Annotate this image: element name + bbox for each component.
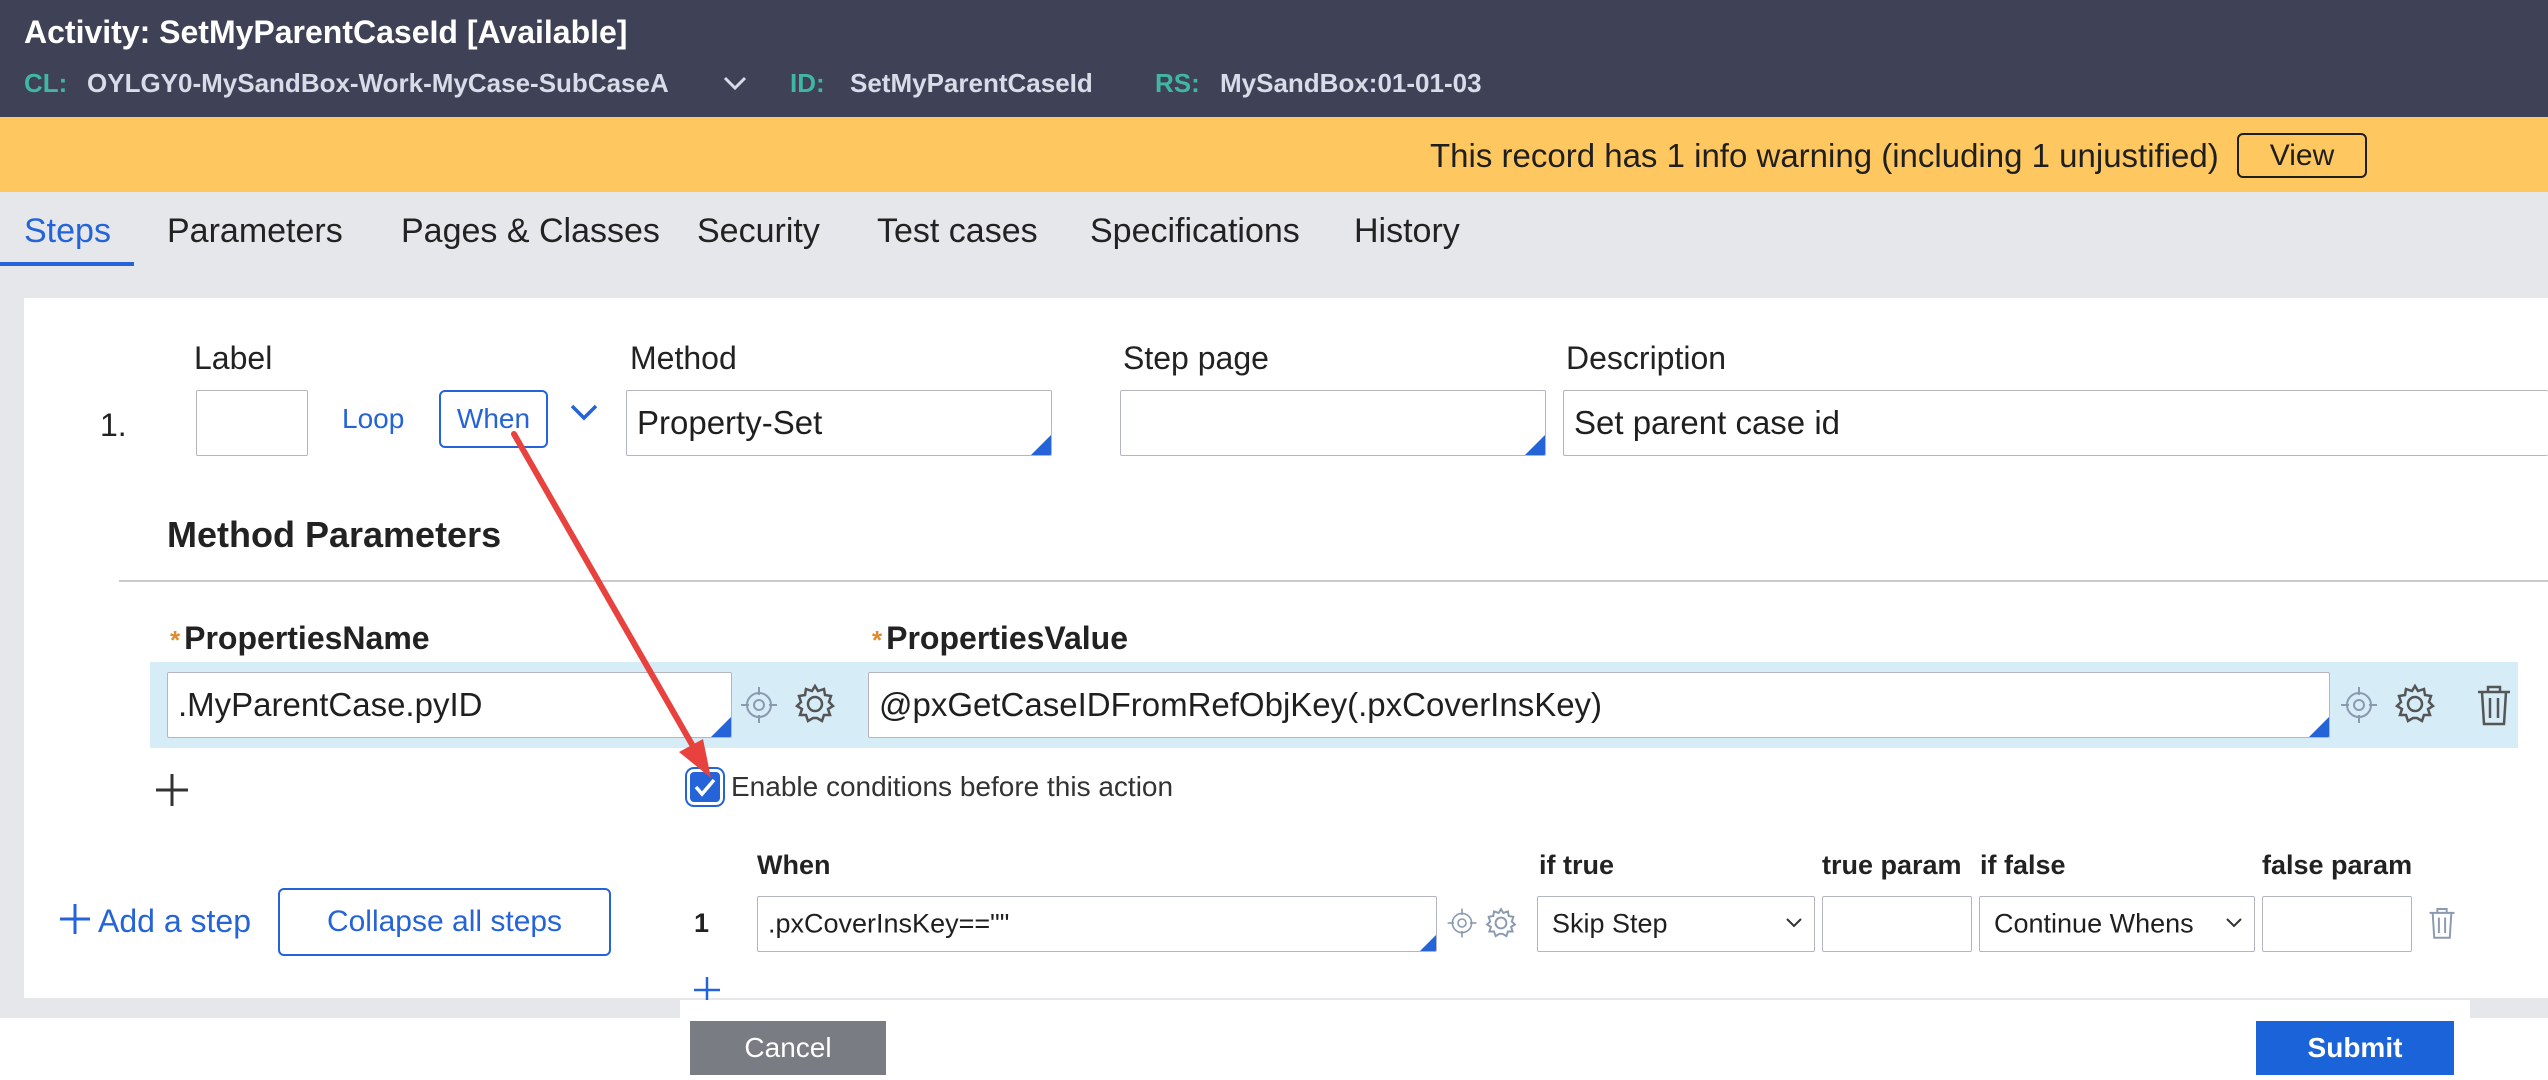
properties-value-input[interactable]: @pxGetCaseIDFromRefObjKey(.pxCoverInsKey…: [868, 672, 2330, 738]
if-true-value: Skip Step: [1552, 908, 1668, 939]
autocomplete-corner-icon: [1031, 435, 1051, 455]
properties-name-label: * PropertiesName: [170, 620, 430, 657]
autocomplete-corner-icon: [2309, 717, 2329, 737]
label-column-header: Label: [194, 340, 273, 376]
tab-security[interactable]: Security: [697, 212, 820, 251]
add-step-link[interactable]: Add a step: [58, 902, 251, 940]
ruleset-key: RS:: [1155, 68, 1200, 98]
if-false-select[interactable]: Continue Whens: [1979, 896, 2255, 952]
view-warnings-button[interactable]: View: [2237, 133, 2367, 178]
tab-steps[interactable]: Steps: [24, 212, 111, 251]
trash-icon[interactable]: [2428, 906, 2456, 940]
properties-value-label: * PropertiesValue: [872, 620, 1128, 657]
gear-icon[interactable]: [2393, 682, 2437, 726]
id-value: SetMyParentCaseId: [850, 68, 1093, 98]
step-number: 1.: [100, 407, 127, 443]
properties-name-label-text: PropertiesName: [184, 620, 430, 656]
method-value: Property-Set: [637, 404, 823, 441]
method-column-header: Method: [630, 340, 737, 376]
cancel-button[interactable]: Cancel: [690, 1021, 886, 1075]
autocomplete-corner-icon: [1525, 435, 1545, 455]
method-input[interactable]: Property-Set: [626, 390, 1052, 456]
id-key: ID:: [790, 68, 825, 98]
when-column-header: When: [757, 850, 831, 880]
if-true-column-header: if true: [1539, 850, 1615, 880]
step-page-input[interactable]: [1120, 390, 1546, 456]
properties-value-label-text: PropertiesValue: [886, 620, 1129, 656]
crosshair-icon[interactable]: [2339, 685, 2379, 725]
collapse-all-steps-button[interactable]: Collapse all steps: [278, 888, 611, 956]
if-true-select[interactable]: Skip Step: [1537, 896, 1815, 952]
properties-name-input[interactable]: .MyParentCase.pyID: [167, 672, 732, 738]
add-parameter-plus-icon[interactable]: [154, 772, 190, 808]
true-param-column-header: true param: [1822, 850, 1962, 880]
false-param-input[interactable]: [2262, 896, 2412, 952]
condition-when-value: .pxCoverInsKey=="": [768, 908, 1010, 939]
record-title: Activity: SetMyParentCaseId [Available]: [24, 14, 628, 50]
autocomplete-corner-icon: [711, 717, 731, 737]
submit-button[interactable]: Submit: [2256, 1021, 2454, 1075]
tab-test-cases[interactable]: Test cases: [877, 212, 1038, 251]
class-value[interactable]: OYLGY0-MySandBox-Work-MyCase-SubCaseA: [87, 68, 669, 99]
step-page-column-header: Step page: [1123, 340, 1269, 376]
description-value: Set parent case id: [1574, 404, 1840, 441]
expand-step-chevron-down-icon[interactable]: [566, 398, 602, 426]
false-param-column-header: false param: [2262, 850, 2413, 880]
ruleset-value: MySandBox:01-01-03: [1220, 68, 1482, 98]
loop-link[interactable]: Loop: [342, 403, 404, 435]
description-column-header: Description: [1566, 340, 1727, 376]
tab-parameters[interactable]: Parameters: [167, 212, 343, 251]
modal-footer: [680, 1000, 2470, 1080]
properties-value-value: @pxGetCaseIDFromRefObjKey(.pxCoverInsKey…: [879, 686, 1603, 723]
description-input[interactable]: Set parent case id: [1563, 390, 2548, 456]
required-marker: *: [872, 625, 883, 655]
true-param-input[interactable]: [1822, 896, 1972, 952]
autocomplete-corner-icon: [1420, 935, 1436, 951]
if-false-value: Continue Whens: [1994, 908, 2194, 939]
class-chevron-down-icon[interactable]: [722, 74, 748, 92]
tab-history[interactable]: History: [1354, 212, 1460, 251]
chevron-down-icon: [1786, 918, 1802, 928]
properties-name-value: .MyParentCase.pyID: [178, 686, 483, 723]
class-key: CL:: [24, 68, 68, 98]
gear-icon[interactable]: [793, 682, 837, 726]
required-marker: *: [170, 625, 181, 655]
condition-row-number: 1: [694, 908, 710, 938]
tab-specifications[interactable]: Specifications: [1090, 212, 1300, 251]
enable-conditions-label: Enable conditions before this action: [731, 771, 1174, 802]
method-parameters-heading: Method Parameters: [167, 514, 502, 555]
tab-pages-classes[interactable]: Pages & Classes: [401, 212, 660, 251]
crosshair-icon[interactable]: [739, 685, 779, 725]
active-tab-indicator: [0, 262, 134, 266]
when-button[interactable]: When: [439, 390, 548, 448]
condition-when-input[interactable]: .pxCoverInsKey=="": [757, 896, 1437, 952]
chevron-down-icon: [2226, 918, 2242, 928]
crosshair-icon[interactable]: [1446, 907, 1478, 939]
warning-text: This record has 1 info warning (includin…: [1430, 137, 2219, 174]
add-step-label: Add a step: [98, 903, 251, 939]
if-false-column-header: if false: [1980, 850, 2066, 880]
gear-icon[interactable]: [1484, 906, 1518, 940]
plus-icon: [60, 904, 90, 934]
trash-icon[interactable]: [2476, 684, 2512, 726]
section-divider: [119, 580, 2548, 582]
enable-conditions-checkbox[interactable]: [690, 772, 720, 802]
checkmark-icon: [694, 778, 716, 797]
step-label-input[interactable]: [196, 390, 308, 456]
